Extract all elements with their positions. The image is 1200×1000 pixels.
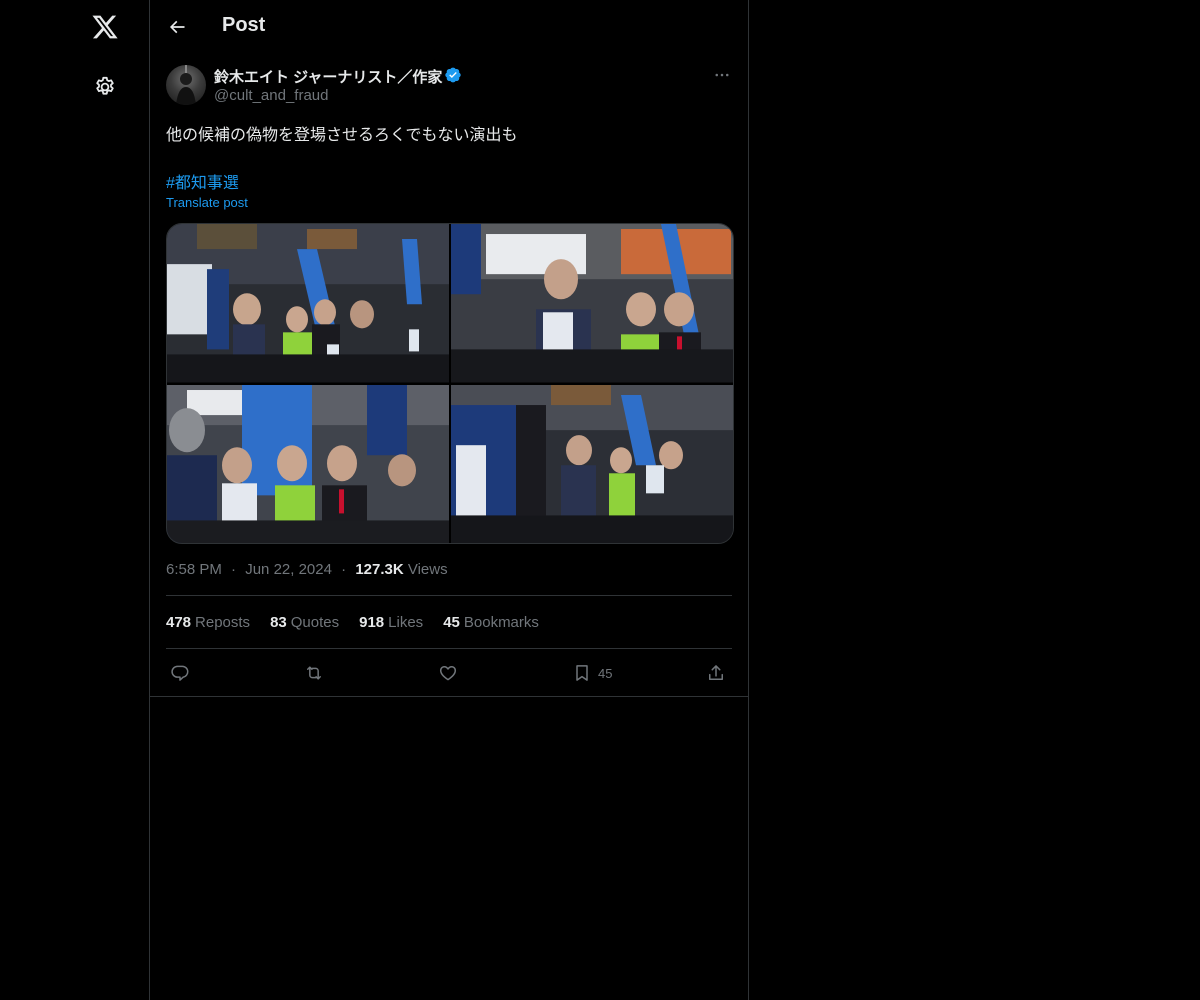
back-button[interactable] xyxy=(164,14,190,40)
action-bar: 45 xyxy=(166,660,732,686)
top-bar: Post xyxy=(150,0,748,54)
media-photo-3[interactable] xyxy=(167,384,449,543)
bookmark-count: 45 xyxy=(598,665,613,681)
meta-separator: · xyxy=(341,561,347,578)
more-options-button[interactable] xyxy=(710,65,734,85)
arrow-left-icon xyxy=(169,20,185,34)
repost-button[interactable] xyxy=(304,660,324,686)
media-photo-1[interactable] xyxy=(167,224,449,383)
likes-label: Likes xyxy=(388,614,424,631)
engagement-stats: 478 Reposts 83 Quotes 918 Likes 45 Bookmarks xyxy=(166,614,539,631)
quotes-count: 83 xyxy=(270,614,287,631)
post-meta: 6:58 PM · Jun 22, 2024 · 127.3K Views xyxy=(166,561,448,578)
likes-stat[interactable]: 918 Likes xyxy=(359,614,423,631)
post-detail-column: Post 鈴木エイト ジャーナリスト／作家 @cult_and_fraud 他の… xyxy=(150,0,749,1000)
gear-icon[interactable] xyxy=(88,70,122,104)
share-icon xyxy=(709,665,723,680)
more-dots-icon xyxy=(715,73,729,77)
meta-separator: · xyxy=(231,561,237,578)
author-handle[interactable]: @cult_and_fraud xyxy=(214,87,328,104)
author-name[interactable]: 鈴木エイト ジャーナリスト／作家 xyxy=(214,66,442,87)
reply-icon xyxy=(171,665,189,681)
translate-post-link[interactable]: Translate post xyxy=(166,195,248,210)
repost-icon xyxy=(307,666,321,680)
bookmarks-label: Bookmarks xyxy=(463,614,539,631)
hashtag-link[interactable]: #都知事選 xyxy=(166,169,239,193)
media-photo-2[interactable] xyxy=(451,224,733,383)
views-count: 127.3K xyxy=(355,561,404,578)
divider xyxy=(166,595,732,596)
verified-badge-icon xyxy=(444,66,462,84)
quotes-stat[interactable]: 83 Quotes xyxy=(270,614,339,631)
divider xyxy=(150,696,748,697)
reposts-count: 478 xyxy=(166,614,192,631)
x-logo-icon[interactable] xyxy=(88,10,122,44)
views-label: Views xyxy=(407,561,448,578)
page-title: Post xyxy=(222,14,266,36)
bookmarks-stat[interactable]: 45 Bookmarks xyxy=(443,614,539,631)
avatar[interactable] xyxy=(166,65,206,105)
media-grid xyxy=(166,223,734,544)
heart-icon xyxy=(439,666,457,681)
reply-button[interactable] xyxy=(170,660,190,686)
quotes-label: Quotes xyxy=(290,614,340,631)
divider xyxy=(166,648,732,649)
share-button[interactable] xyxy=(706,660,726,686)
reposts-stat[interactable]: 478 Reposts xyxy=(166,614,250,631)
like-button[interactable] xyxy=(438,660,458,686)
post-date[interactable]: Jun 22, 2024 xyxy=(245,561,332,578)
bookmarks-count: 45 xyxy=(443,614,460,631)
bookmark-button[interactable]: 45 xyxy=(572,660,612,686)
post-time[interactable]: 6:58 PM xyxy=(166,561,222,578)
likes-count: 918 xyxy=(359,614,385,631)
left-nav xyxy=(0,0,150,1000)
bookmark-icon xyxy=(576,665,588,681)
media-photo-4[interactable] xyxy=(451,384,733,543)
post-text: 他の候補の偽物を登場させるろくでもない演出も xyxy=(166,127,518,144)
reposts-label: Reposts xyxy=(195,614,251,631)
